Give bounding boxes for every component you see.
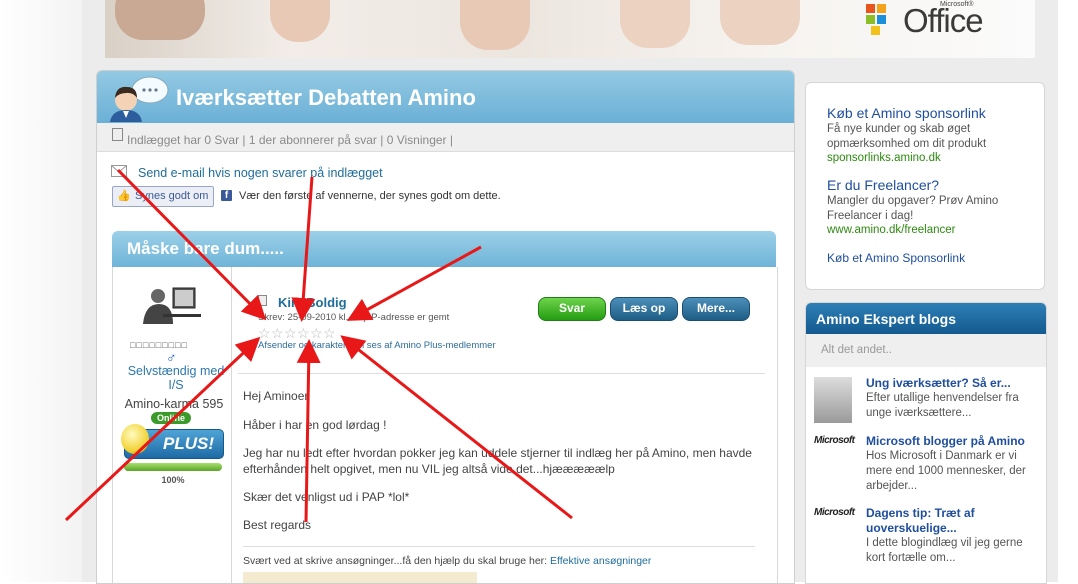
office-logo-text: Office xyxy=(903,2,984,39)
star-icon[interactable]: ☆ xyxy=(258,326,271,340)
finger-image xyxy=(720,0,800,45)
blog-description: I dette blogindlæg vil jeg gerne kort fo… xyxy=(866,537,1023,564)
sponsor-description: Få nye kunder og skab øget opmærksomhed … xyxy=(827,123,987,150)
blogs-header: Amino Ekspert blogs xyxy=(806,303,1046,334)
star-icon[interactable]: ☆ xyxy=(284,326,297,340)
user-column: □□□□□□□□□ ♂ Selvstændig med I/S Amino-ka… xyxy=(113,267,232,583)
blogger-photo xyxy=(814,377,852,423)
sponsor-url[interactable]: www.amino.dk/freelancer xyxy=(827,224,955,236)
post-paragraph: Skær det venligst ud i PAP *lol* xyxy=(243,490,410,504)
blog-title[interactable]: Microsoft blogger på Amino xyxy=(866,434,1041,449)
debate-avatar-icon xyxy=(110,76,169,122)
star-icon[interactable]: ☆ xyxy=(310,326,323,340)
blogs-subtitle-bar: Alt det andet.. xyxy=(806,334,1046,367)
progress-percent: 100% xyxy=(161,475,185,485)
signature-link[interactable]: Effektive ansøgninger xyxy=(550,555,651,567)
post-paragraph: Hej Aminoer xyxy=(243,389,309,403)
post-title: Måske bare dum..... xyxy=(127,239,284,258)
blog-title[interactable]: Ung iværksætter? Så er... xyxy=(866,376,1041,391)
member-progress-bar xyxy=(124,463,222,471)
blogs-subtitle: Alt det andet.. xyxy=(821,344,892,356)
sponsor-title[interactable]: Køb et Amino sponsorlink xyxy=(827,105,986,121)
finger-image xyxy=(460,0,530,50)
sponsor-url[interactable]: sponsorlinks.amino.dk xyxy=(827,152,941,164)
star-icon[interactable]: ☆ xyxy=(297,326,310,340)
post-stats: Indlægget har 0 Svar | 1 der abonnerer p… xyxy=(127,133,453,147)
microsoft-logo: Microsoft xyxy=(814,507,855,518)
star-icon[interactable]: ☆ xyxy=(323,326,336,340)
signature-text: Svært ved at skrive ansøgninger...få den… xyxy=(243,555,548,567)
divider xyxy=(238,373,765,374)
username[interactable]: Selvstændig med I/S xyxy=(121,364,231,392)
hand-image xyxy=(115,0,205,40)
main-panel: Iværksætter Debatten Amino Indlægget har… xyxy=(96,70,795,584)
sponsor-title[interactable]: Er du Freelancer? xyxy=(827,177,939,193)
user-avatar[interactable] xyxy=(133,284,205,324)
like-button-label: Synes godt om xyxy=(135,190,209,202)
post-header: Måske bare dum..... xyxy=(112,231,776,267)
post-paragraph: Best regards xyxy=(243,518,312,532)
facebook-like-button[interactable]: 👍 Synes godt om xyxy=(112,186,214,207)
divider xyxy=(243,546,755,547)
finger-image xyxy=(270,0,330,42)
thumbs-up-icon: 👍 xyxy=(117,190,131,202)
lightbulb-icon xyxy=(121,424,149,454)
page-background-left xyxy=(0,0,82,582)
buy-sponsorlink-link[interactable]: Køb et Amino Sponsorlink xyxy=(827,251,965,265)
male-gender-icon: ♂ xyxy=(166,349,177,365)
sponsor-description: Mangler du opgaver? Prøv Amino Freelance… xyxy=(827,195,999,222)
blog-item[interactable]: Microsoft Dagens tip: Træt af uoverskuel… xyxy=(806,503,1046,575)
post-body: □□□□□□□□□ ♂ Selvstændig med I/S Amino-ka… xyxy=(112,267,778,583)
post-paragraph: Jeg har nu ledt efter hvordan pokker jeg… xyxy=(243,446,752,476)
sponsor-box: Køb et Amino sponsorlink Få nye kunder o… xyxy=(805,82,1045,290)
finger-image xyxy=(620,0,690,48)
amino-karma: Amino-karma 595 xyxy=(124,397,224,411)
post-meta: Skrev: 25-09-2010 kl. 11 | IP-adresse er… xyxy=(258,312,450,323)
signature-image[interactable] xyxy=(243,572,477,583)
blog-item[interactable]: Microsoft Microsoft blogger på Amino Hos… xyxy=(806,431,1046,503)
mail-icon[interactable] xyxy=(111,165,129,179)
page-title: Iværksætter Debatten Amino xyxy=(176,85,476,110)
blog-description: Hos Microsoft i Danmark er vi mere end 1… xyxy=(866,450,1026,492)
signature: Svært ved at skrive ansøgninger...få den… xyxy=(243,555,651,567)
progress-fill xyxy=(124,463,222,471)
email-notify-link[interactable]: Send e-mail hvis nogen svarer på indlægg… xyxy=(138,166,383,180)
blogs-title: Amino Ekspert blogs xyxy=(816,311,957,327)
online-badge: Online xyxy=(151,412,191,424)
blog-description: Efter utallige henvendelser fra unge ivæ… xyxy=(866,392,1019,419)
reply-button[interactable]: Svar xyxy=(538,297,606,321)
microsoft-logo: Microsoft xyxy=(814,435,855,446)
facebook-icon: f xyxy=(221,190,232,201)
main-header: Iværksætter Debatten Amino xyxy=(97,71,794,123)
expert-blogs-box: Amino Ekspert blogs Alt det andet.. Ung … xyxy=(805,302,1047,584)
blog-title[interactable]: Dagens tip: Træt af uoverskuelige... xyxy=(866,506,1041,536)
like-social-text: Vær den første af vennerne, der synes go… xyxy=(239,190,501,202)
more-button[interactable]: Mere... xyxy=(682,297,750,321)
stats-bar: Indlægget har 0 Svar | 1 der abonnerer p… xyxy=(97,123,794,152)
post-author[interactable]: Kim Boldig xyxy=(278,295,347,310)
document-icon xyxy=(258,295,267,306)
read-aloud-button[interactable]: Læs op xyxy=(610,297,678,321)
page-background-right xyxy=(1058,0,1078,582)
post-paragraph: Håber i har en god lørdag ! xyxy=(243,418,387,432)
star-icon[interactable]: ☆ xyxy=(271,326,284,340)
rating-note[interactable]: Afsender og karakter kan ses af Amino Pl… xyxy=(258,340,496,351)
plus-member-badge[interactable]: PLUS! xyxy=(121,424,224,459)
document-icon xyxy=(112,128,123,141)
rank-boxes: □□□□□□□□□ xyxy=(130,340,188,350)
plus-badge-label: PLUS! xyxy=(163,434,214,453)
